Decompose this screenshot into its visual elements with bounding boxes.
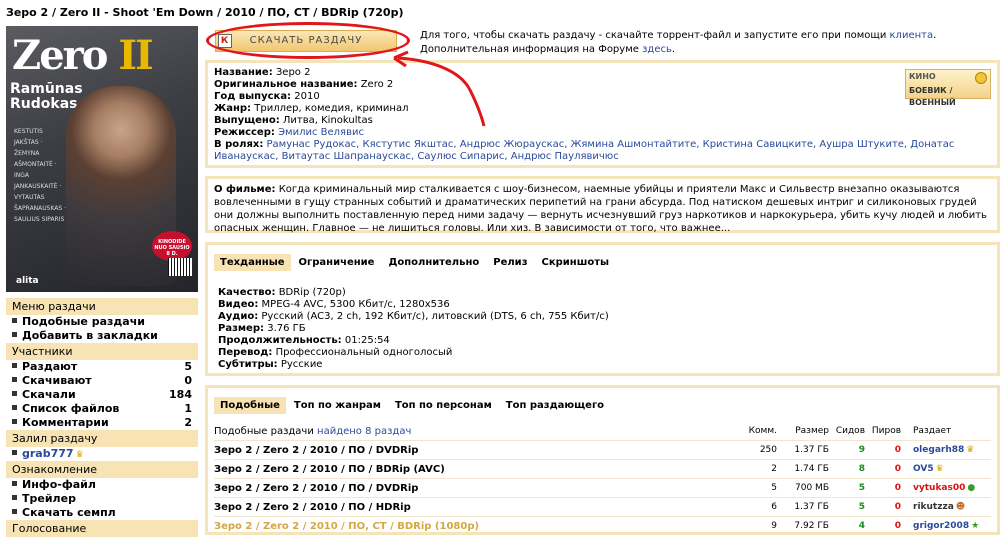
sidebar-header-participants: Участники: [6, 343, 198, 360]
poster-image: Zero II Ramūnas Rudokas KESTUTIS JAKŠTAS …: [6, 26, 198, 292]
bullet-icon: [12, 329, 22, 343]
table-row[interactable]: Зеро 2 / Zero 2 / 2010 / ПО / HDRip 6 1.…: [214, 497, 991, 516]
tab-tech[interactable]: Техданные: [214, 253, 291, 271]
table-row[interactable]: Зеро 2 / Zero 2 / 2010 / ПО, СТ / BDRip …: [214, 516, 991, 535]
similar-table-header: Подобные раздачи найдено 8 раздач Комм. …: [214, 425, 952, 437]
bullet-icon: [12, 374, 22, 388]
poster-actor-name: Ramūnas Rudokas: [10, 81, 83, 112]
bullet-icon: [12, 506, 22, 520]
sidebar-item-bookmark[interactable]: Добавить в закладки: [6, 329, 198, 343]
crown-icon: ♛: [966, 445, 975, 455]
smiley-icon: ☻: [955, 502, 966, 512]
bullet-icon: [12, 478, 22, 492]
tech-section: Техданные Ограничение Дополнительно Рели…: [205, 242, 1000, 376]
similar-tabs: Подобные Топ по жанрам Топ по персонам Т…: [214, 394, 991, 416]
poster-release-badge: KINODIDE NUO SAUSIO 8 D.: [152, 231, 192, 261]
table-row[interactable]: Зеро 2 / Zero 2 / 2010 / ПО / DVDRip 250…: [214, 440, 991, 459]
poster-logo: Zero II: [12, 32, 154, 79]
bullet-icon: [12, 402, 22, 416]
sidebar-header-uploaded: Залил раздачу: [6, 430, 198, 447]
sidebar-header-review: Ознакомление: [6, 461, 198, 478]
client-link[interactable]: клиента: [890, 30, 934, 41]
sidebar-item-info-file[interactable]: Инфо-файл: [6, 478, 198, 492]
uploader-link[interactable]: OV5: [913, 464, 934, 474]
bullet-icon: [12, 388, 22, 402]
tab-restriction[interactable]: Ограничение: [293, 254, 381, 271]
tab-top-uploader[interactable]: Топ раздающего: [500, 397, 610, 414]
tech-details: Качество: BDRip (720p) Видео: MPEG-4 AVC…: [218, 287, 609, 370]
sidebar-header-menu: Меню раздачи: [6, 298, 198, 315]
tab-top-genres[interactable]: Топ по жанрам: [288, 397, 387, 414]
table-row[interactable]: Зеро 2 / Zero 2 / 2010 / ПО / DVDRip 5 7…: [214, 478, 991, 497]
tab-similar[interactable]: Подобные: [214, 396, 286, 414]
bullet-icon: [12, 416, 22, 430]
bullet-icon: [12, 492, 22, 506]
tab-top-persons[interactable]: Топ по персонам: [389, 397, 498, 414]
sidebar-item-leechers[interactable]: Скачивают 0: [6, 374, 198, 388]
star-icon: ★: [971, 521, 980, 531]
bullet-icon: [12, 360, 22, 374]
release-info: Название: Зеро 2 Оригинальное название: …: [205, 60, 1000, 168]
uploader-link[interactable]: vytukas00: [913, 483, 965, 493]
here-link[interactable]: здесь: [642, 44, 672, 55]
bullet-icon: [12, 447, 22, 461]
found-count-link[interactable]: найдено 8 раздач: [317, 426, 411, 437]
uploader-link[interactable]: rikutzza: [913, 502, 954, 512]
sidebar-item-trailer[interactable]: Трейлер: [6, 492, 198, 506]
cast-links[interactable]: Рамунас Рудокас, Кястутис Якштас, Андрюс…: [214, 139, 954, 162]
smiley-icon: [975, 72, 987, 84]
sidebar: Меню раздачи Подобные раздачи Добавить в…: [6, 298, 198, 537]
poster-cast-names: KESTUTIS JAKŠTAS · ŽEMYNA AŠMONTAITĖ · I…: [14, 128, 67, 223]
annotation-arrow: [393, 50, 486, 127]
genre-badge[interactable]: КИНО БОЕВИК / ВОЕННЫЙ: [905, 69, 991, 107]
director-link[interactable]: Эмилис Велявис: [278, 127, 364, 138]
similar-section: Подобные Топ по жанрам Топ по персонам Т…: [205, 385, 1000, 535]
sidebar-header-vote: Голосование: [6, 520, 198, 537]
uploader-link[interactable]: olegarh88: [913, 445, 964, 455]
tab-screenshots[interactable]: Скриншоты: [536, 254, 616, 271]
table-row[interactable]: Зеро 2 / Zero 2 / 2010 / ПО / BDRip (AVC…: [214, 459, 991, 478]
crown-icon: ♛: [75, 450, 84, 460]
bullet-icon: [12, 315, 22, 329]
star-icon: ●: [967, 483, 976, 493]
download-instructions: Для того, чтобы скачать раздачу - скачай…: [420, 30, 937, 55]
tech-tabs: Техданные Ограничение Дополнительно Рели…: [214, 251, 991, 273]
sidebar-item-sample[interactable]: Скачать семпл: [6, 506, 198, 520]
highlight-oval: [206, 22, 410, 59]
download-row: К СКАЧАТЬ РАЗДАЧУ Для того, чтобы скачат…: [205, 22, 1000, 59]
sidebar-item-seeders[interactable]: Раздают 5: [6, 360, 198, 374]
about-film: О фильме: Когда криминальный мир сталкив…: [205, 176, 1000, 234]
sidebar-item-comments[interactable]: Комментарии 2: [6, 416, 198, 430]
crown-icon: ♛: [935, 464, 944, 474]
poster-studio-logo: alita: [16, 276, 39, 286]
tab-additional[interactable]: Дополнительно: [382, 254, 485, 271]
sidebar-item-downloaded[interactable]: Скачали 184: [6, 388, 198, 402]
sidebar-item-file-list[interactable]: Список файлов 1: [6, 402, 198, 416]
page-title: Зеро 2 / Zero II - Shoot 'Em Down / 2010…: [6, 6, 404, 19]
download-button-wrap: К СКАЧАТЬ РАЗДАЧУ: [205, 22, 410, 59]
uploader-link[interactable]: grigor2008: [913, 521, 969, 531]
tab-release[interactable]: Релиз: [487, 254, 533, 271]
poster-barcode: [168, 258, 192, 276]
sidebar-item-uploader[interactable]: grab777 ♛: [6, 447, 198, 461]
sidebar-item-similar[interactable]: Подобные раздачи: [6, 315, 198, 329]
